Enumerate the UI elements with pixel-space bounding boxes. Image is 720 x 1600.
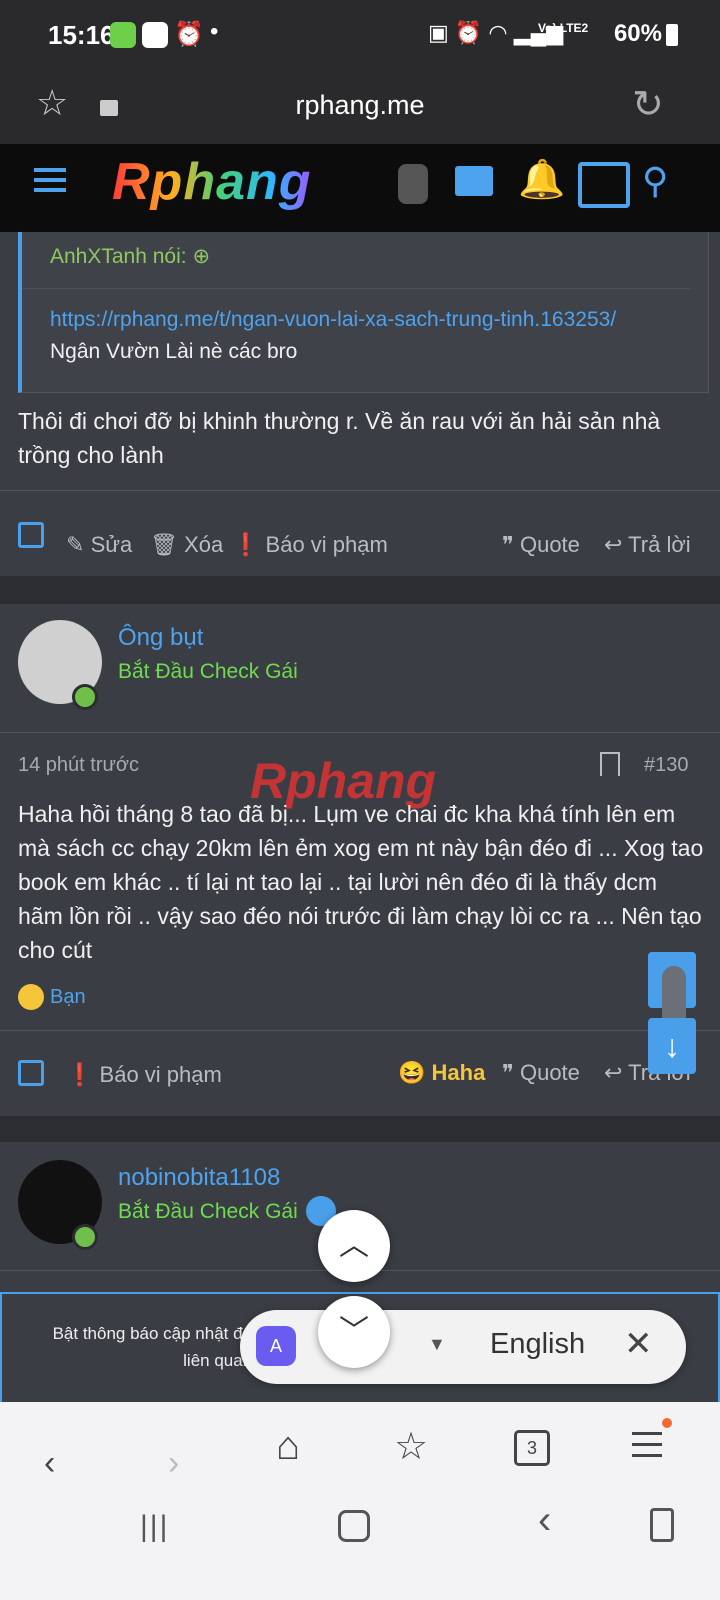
quote-link[interactable]: https://rphang.me/t/ngan-vuon-lai-xa-sac… [50,308,616,332]
tabs-count[interactable]: 3 [514,1430,550,1466]
translate-icon[interactable]: A [256,1326,296,1366]
post-2-body: Haha hồi tháng 8 tao đã bị... Lụm ve cha… [18,801,704,963]
search-icon[interactable]: ⚲ [642,160,668,202]
report-icon: ❗ [232,532,260,557]
reload-icon[interactable]: ↻ [632,82,664,127]
divider [0,732,720,733]
post-time[interactable]: 14 phút trước [18,754,139,777]
dot-icon: • [210,18,219,45]
back-nav-icon[interactable]: ‹ [538,1498,551,1543]
forward-icon[interactable]: › [168,1444,179,1483]
bookmarks-icon[interactable]: ☆ [394,1424,428,1469]
recent-apps-icon[interactable]: ||| [140,1510,169,1544]
url-text[interactable]: rphang.me [0,90,720,121]
scroll-bottom-button[interactable]: ﹀ [318,1296,390,1368]
home-icon[interactable]: ⌂ [276,1424,300,1469]
reply-button[interactable]: Trả lời [628,532,691,557]
forum-header: 🔔 ⚲ [0,144,720,232]
haha-button[interactable]: Haha [432,1060,486,1085]
reply-icon: ↩ [604,532,623,557]
report-button[interactable]: Báo vi phạm [100,1062,222,1087]
quote-jump-icon[interactable]: ⊕ [192,245,210,268]
username[interactable]: nobinobita1108 [118,1164,280,1192]
reply-icon: ↩ [604,1060,623,1085]
select-checkbox[interactable] [18,1060,44,1086]
report-icon: ❗ [66,1062,94,1087]
post-number[interactable]: #130 [644,754,689,777]
app-notification-icon [110,22,136,48]
trash-icon: 🗑 [150,532,178,557]
divider [0,1030,720,1031]
browser-bottom-bar [0,1402,720,1600]
divider [0,490,720,491]
home-nav-icon[interactable] [338,1510,370,1542]
back-icon[interactable]: ‹ [44,1444,55,1483]
alarm-icon: ⏰ [174,21,204,48]
delete-button[interactable]: Xóa [184,532,223,557]
quote-text: Ngân Vườn Lài nè các bro [50,340,298,363]
report-button[interactable]: Báo vi phạm [266,532,388,557]
bookmark-icon[interactable] [600,752,620,776]
store-icon[interactable] [578,162,630,208]
quote-button[interactable]: Quote [520,1060,580,1085]
quote-icon: ❞ [502,1060,514,1085]
edit-button[interactable]: Sửa [91,532,133,557]
network-label: Vo) LTE2 [538,21,589,35]
status-bar: 15:16 ⏰ • ▣ ⏰ ◠ ▂▄▆ Vo) LTE2 60% [0,0,720,72]
site-logo[interactable]: Rphang [112,152,312,212]
online-indicator [72,684,98,710]
battery-text: 60% [613,20,662,47]
haha-reaction-icon [18,984,44,1010]
rotate-icon[interactable] [650,1508,674,1542]
quote-icon: ❞ [502,532,514,557]
quote-author[interactable]: AnhXTanh nói: [50,245,187,268]
menu-icon[interactable] [34,168,66,192]
username[interactable]: Ông bụt [118,624,203,652]
quote-button[interactable]: Quote [520,532,580,557]
battery-icon [666,24,678,46]
quote-block: AnhXTanh nói: ⊕ https://rphang.me/t/ngan… [18,232,709,393]
select-checkbox[interactable] [18,522,44,548]
reaction-user[interactable]: Bạn [50,986,86,1009]
scroll-down-button[interactable]: ↓ [648,1018,696,1074]
haha-icon: 😆 [398,1060,426,1085]
scroll-top-button[interactable]: ︿ [318,1210,390,1282]
translate-language[interactable]: English [490,1328,585,1361]
close-translate-icon[interactable]: ✕ [624,1324,653,1364]
language-dropdown-icon[interactable]: ▼ [428,1334,446,1355]
browser-url-bar: ☆ rphang.me ↻ [0,72,720,144]
online-indicator [72,1224,98,1250]
user-avatar-icon[interactable] [398,164,428,204]
menu-icon[interactable] [632,1432,662,1457]
menu-badge [662,1418,672,1428]
post-1-body: Thôi đi chơi đỡ bị khinh thường r. Về ăn… [18,408,661,468]
user-title: Bắt Đầu Check Gái [118,660,298,683]
app-notification-icon [142,22,168,48]
status-time: 15:16 [48,20,115,50]
translate-bar[interactable]: A ▼ English ✕ [240,1310,686,1384]
mail-icon[interactable] [455,166,493,196]
edit-icon: ✎ [66,532,85,557]
bell-icon[interactable]: 🔔 [518,158,565,202]
user-title: Bắt Đầu Check Gái [118,1200,298,1223]
